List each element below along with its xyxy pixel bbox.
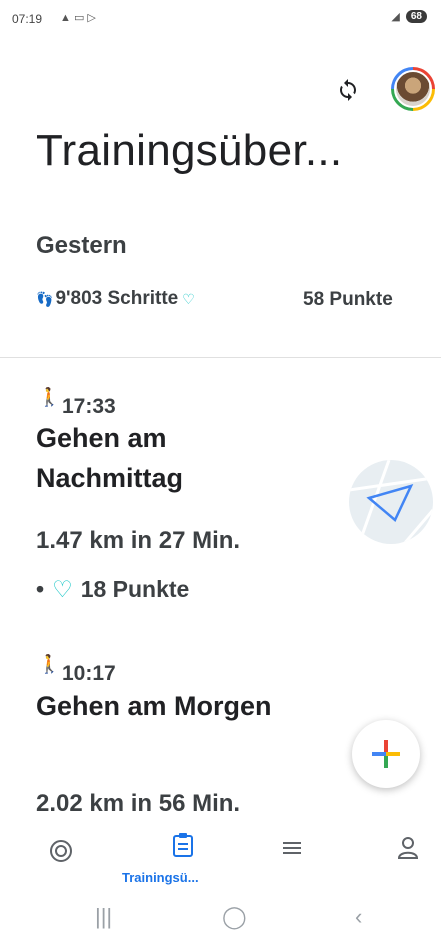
activity-points: • ♡ 18 Punkte — [36, 576, 189, 603]
recents-icon[interactable]: ||| — [95, 904, 112, 930]
heart-points-icon: ♡ — [182, 291, 195, 307]
browse-tab[interactable] — [282, 838, 302, 863]
bullet: • — [36, 576, 45, 602]
status-time: 07:19 — [12, 12, 43, 26]
page-title: Trainingsüber... — [36, 126, 343, 175]
activity-title: Gehen am Morgen — [36, 691, 272, 721]
journal-icon — [173, 833, 193, 857]
list-icon — [283, 842, 301, 854]
plus-icon — [372, 740, 400, 768]
home-rings-icon — [50, 840, 72, 862]
heart-points-icon: ♡ — [52, 576, 73, 602]
signal-icon: ◢ — [391, 11, 400, 23]
activity-title: Gehen am Nachmittag — [36, 423, 184, 493]
day-summary[interactable]: 👣 9'803 Schritte ♡ 58 Punkte — [36, 288, 393, 310]
system-navigation-bar: ||| ◯ ‹ — [0, 888, 441, 948]
status-right: ◢ 68 — [391, 10, 427, 23]
avatar[interactable] — [391, 67, 435, 111]
activity-points-value: 18 Punkte — [80, 576, 190, 602]
day-title: Gestern — [36, 232, 127, 259]
divider — [0, 357, 441, 358]
route-map-thumbnail — [349, 460, 433, 544]
steps-icon: 👣 — [36, 291, 54, 307]
walking-icon: 🚶 — [38, 654, 61, 674]
person-icon — [397, 837, 419, 859]
activity-time: 17:33 — [62, 395, 116, 418]
activity-time: 10:17 — [62, 662, 116, 685]
walking-icon: 🚶 — [38, 387, 61, 407]
activity-distance-duration: 2.02 km in 56 Min. — [36, 790, 241, 817]
avatar-photo — [394, 70, 432, 108]
notification-icons: ▲ ▭ ▷ — [60, 12, 96, 24]
status-bar: 07:19 ▲ ▭ ▷ ◢ 68 — [0, 0, 441, 34]
sync-icon[interactable] — [336, 78, 360, 102]
add-activity-button[interactable] — [352, 720, 420, 788]
battery-indicator: 68 — [405, 10, 427, 23]
points-count: 58 Punkte — [303, 289, 393, 310]
profile-tab[interactable] — [397, 836, 419, 865]
home-icon[interactable]: ◯ — [222, 904, 247, 930]
activity-distance-duration: 1.47 km in 27 Min. — [36, 527, 241, 554]
journal-tab[interactable] — [172, 832, 194, 863]
journal-tab-label[interactable]: Trainingsü... — [122, 870, 199, 885]
steps-count: 9'803 Schritte — [55, 288, 179, 309]
home-tab[interactable] — [48, 838, 74, 869]
back-icon[interactable]: ‹ — [355, 904, 362, 930]
bottom-navigation: Trainingsü... — [0, 826, 441, 888]
